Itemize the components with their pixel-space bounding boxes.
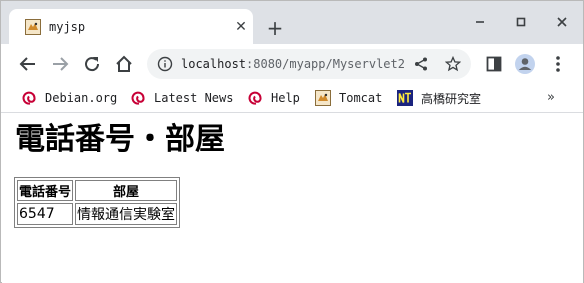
side-panel-icon[interactable]: [483, 53, 505, 75]
address-bar[interactable]: localhost:8080/myapp/Myservlet2: [147, 49, 471, 79]
bookmarks-bar: Debian.org Latest News Help Tomcat 高橋研究室…: [1, 84, 583, 113]
bookmarks-overflow-button[interactable]: »: [547, 90, 555, 105]
menu-kebab-icon[interactable]: [547, 53, 569, 75]
forward-arrow-icon[interactable]: [49, 53, 71, 75]
bookmark-label: Help: [271, 91, 300, 105]
page-title: 電話番号・部屋: [15, 122, 225, 157]
table-cell: 情報通信実験室: [75, 203, 178, 225]
bookmark-star-icon[interactable]: [445, 56, 461, 72]
tomcat-icon: [25, 19, 41, 35]
tab-myjsp[interactable]: myjsp ✕: [9, 9, 253, 44]
tab-strip: myjsp ✕ +: [1, 1, 583, 44]
debian-icon: [131, 91, 145, 105]
bookmark-label: 高橋研究室: [421, 91, 482, 106]
close-tab-icon[interactable]: ✕: [233, 19, 249, 35]
debian-icon: [22, 91, 36, 105]
close-window-icon[interactable]: [554, 14, 570, 30]
back-arrow-icon[interactable]: [17, 53, 39, 75]
bookmark-label: Tomcat: [339, 91, 383, 105]
data-table: 電話番号 部屋 6547 情報通信実験室: [14, 177, 181, 228]
column-header: 部屋: [75, 180, 178, 201]
bookmark-takahashi-lab[interactable]: 高橋研究室: [397, 89, 481, 107]
minimize-icon[interactable]: [472, 14, 488, 30]
debian-icon: [248, 91, 262, 105]
bookmark-tomcat[interactable]: Tomcat: [315, 89, 382, 107]
browser-window: myjsp ✕ + localhost:8080/myapp/Myservlet…: [0, 0, 584, 283]
page-content: 電話番号・部屋 電話番号 部屋 6547 情報通信実験室: [2, 113, 583, 283]
home-icon[interactable]: [113, 53, 135, 75]
column-header: 電話番号: [17, 180, 74, 201]
reload-icon[interactable]: [81, 53, 103, 75]
table-header-row: 電話番号 部屋: [17, 180, 178, 201]
new-tab-button[interactable]: +: [265, 18, 285, 38]
table-cell: 6547: [17, 203, 74, 225]
share-icon[interactable]: [413, 56, 429, 72]
tomcat-icon: [315, 90, 331, 106]
bookmark-label: Latest News: [154, 91, 234, 105]
bookmark-help[interactable]: Help: [247, 89, 300, 107]
url-text[interactable]: localhost:8080/myapp/Myservlet2: [181, 57, 405, 71]
nt-icon: [397, 90, 413, 106]
profile-avatar-icon[interactable]: [514, 53, 536, 75]
bookmark-latest-news[interactable]: Latest News: [130, 89, 233, 107]
url-host: localhost: [181, 57, 247, 71]
bookmark-debian[interactable]: Debian.org: [21, 89, 117, 107]
url-path: :8080/myapp/Myservlet2: [246, 57, 405, 71]
maximize-icon[interactable]: [513, 14, 529, 30]
bookmark-label: Debian.org: [45, 91, 118, 105]
toolbar: localhost:8080/myapp/Myservlet2: [1, 44, 583, 84]
table-row: 6547 情報通信実験室: [17, 203, 178, 225]
tab-title: myjsp: [49, 20, 86, 34]
info-icon[interactable]: [157, 56, 173, 72]
